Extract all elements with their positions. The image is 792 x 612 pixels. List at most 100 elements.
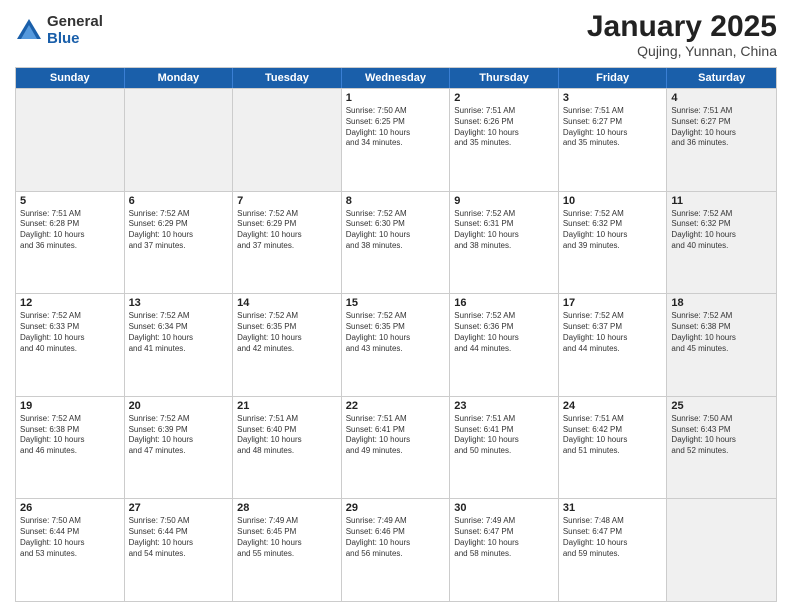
day-number: 7 [237,195,337,207]
cal-cell-empty [667,499,776,601]
cal-cell-day-2: 2Sunrise: 7:51 AM Sunset: 6:26 PM Daylig… [450,89,559,191]
location: Qujing, Yunnan, China [587,43,777,59]
day-number: 11 [671,195,772,207]
cal-row-0: 1Sunrise: 7:50 AM Sunset: 6:25 PM Daylig… [16,88,776,191]
header-day-thursday: Thursday [450,68,559,88]
logo-general: General [47,14,103,31]
header-day-wednesday: Wednesday [342,68,451,88]
cal-row-3: 19 Sunrise: 7:52 AM Sunset: 6:38 PM Dayli… [16,396,776,499]
cal-cell-day-24: 24Sunrise: 7:51 AM Sunset: 6:42 PM Dayli… [559,397,668,499]
day-number: 2 [454,92,554,104]
cal-cell-day-26: 26Sunrise: 7:50 AM Sunset: 6:44 PM Dayli… [16,499,125,601]
day-number: 23 [454,400,554,412]
cal-cell-day-15: 15 Sunrise: 7:52 AM Sunset: 6:35 PM Dayli… [342,294,451,396]
cal-cell-day-11: 11 Sunrise: 7:52 AM Sunset: 6:32 PM Dayli… [667,192,776,294]
day-number: 26 [20,502,120,514]
day-number: 20 [129,400,229,412]
cal-cell-day-28: 28 Sunrise: 7:49 AM Sunset: 6:45 PM Dayli… [233,499,342,601]
cal-cell-empty [233,89,342,191]
cell-info: Sunrise: 7:52 AM Sunset: 6:38 PM Dayligh… [671,311,772,354]
cell-info: Sunrise: 7:51 AM Sunset: 6:41 PM Dayligh… [454,414,554,457]
cal-cell-day-7: 7 Sunrise: 7:52 AM Sunset: 6:29 PM Daylig… [233,192,342,294]
cal-cell-empty [125,89,234,191]
calendar-body: 1Sunrise: 7:50 AM Sunset: 6:25 PM Daylig… [16,88,776,601]
cal-cell-day-31: 31Sunrise: 7:48 AM Sunset: 6:47 PM Dayli… [559,499,668,601]
day-number: 27 [129,502,229,514]
day-number: 4 [671,92,772,104]
day-number: 22 [346,400,446,412]
cal-cell-day-27: 27 Sunrise: 7:50 AM Sunset: 6:44 PM Dayli… [125,499,234,601]
cell-info: Sunrise: 7:49 AM Sunset: 6:46 PM Dayligh… [346,516,446,559]
cal-cell-day-25: 25Sunrise: 7:50 AM Sunset: 6:43 PM Dayli… [667,397,776,499]
cal-cell-day-5: 5 Sunrise: 7:51 AM Sunset: 6:28 PM Daylig… [16,192,125,294]
logo-text: General Blue [47,14,103,47]
header-day-sunday: Sunday [16,68,125,88]
day-number: 8 [346,195,446,207]
cal-cell-day-30: 30 Sunrise: 7:49 AM Sunset: 6:47 PM Dayli… [450,499,559,601]
header: General Blue January 2025 Qujing, Yunnan… [15,10,777,59]
cal-cell-day-21: 21Sunrise: 7:51 AM Sunset: 6:40 PM Dayli… [233,397,342,499]
day-number: 12 [20,297,120,309]
cell-info: Sunrise: 7:51 AM Sunset: 6:27 PM Dayligh… [671,106,772,149]
cal-cell-day-16: 16 Sunrise: 7:52 AM Sunset: 6:36 PM Dayli… [450,294,559,396]
cell-info: Sunrise: 7:51 AM Sunset: 6:40 PM Dayligh… [237,414,337,457]
cell-info: Sunrise: 7:52 AM Sunset: 6:34 PM Dayligh… [129,311,229,354]
cell-info: Sunrise: 7:52 AM Sunset: 6:33 PM Dayligh… [20,311,120,354]
cell-info: Sunrise: 7:51 AM Sunset: 6:41 PM Dayligh… [346,414,446,457]
cell-info: Sunrise: 7:48 AM Sunset: 6:47 PM Dayligh… [563,516,663,559]
day-number: 6 [129,195,229,207]
day-number: 30 [454,502,554,514]
day-number: 15 [346,297,446,309]
cell-info: Sunrise: 7:49 AM Sunset: 6:45 PM Dayligh… [237,516,337,559]
cal-cell-day-29: 29 Sunrise: 7:49 AM Sunset: 6:46 PM Dayli… [342,499,451,601]
day-number: 13 [129,297,229,309]
cell-info: Sunrise: 7:52 AM Sunset: 6:29 PM Dayligh… [237,209,337,252]
day-number: 14 [237,297,337,309]
day-number: 5 [20,195,120,207]
cell-info: Sunrise: 7:52 AM Sunset: 6:30 PM Dayligh… [346,209,446,252]
cell-info: Sunrise: 7:52 AM Sunset: 6:38 PM Dayligh… [20,414,120,457]
day-number: 28 [237,502,337,514]
cell-info: Sunrise: 7:52 AM Sunset: 6:32 PM Dayligh… [563,209,663,252]
header-day-saturday: Saturday [667,68,776,88]
cell-info: Sunrise: 7:51 AM Sunset: 6:28 PM Dayligh… [20,209,120,252]
cal-cell-day-18: 18Sunrise: 7:52 AM Sunset: 6:38 PM Dayli… [667,294,776,396]
cal-row-1: 5 Sunrise: 7:51 AM Sunset: 6:28 PM Daylig… [16,191,776,294]
page: General Blue January 2025 Qujing, Yunnan… [0,0,792,612]
cell-info: Sunrise: 7:52 AM Sunset: 6:36 PM Dayligh… [454,311,554,354]
cal-cell-day-14: 14 Sunrise: 7:52 AM Sunset: 6:35 PM Dayli… [233,294,342,396]
cell-info: Sunrise: 7:52 AM Sunset: 6:35 PM Dayligh… [237,311,337,354]
day-number: 19 [20,400,120,412]
cal-cell-day-20: 20 Sunrise: 7:52 AM Sunset: 6:39 PM Dayli… [125,397,234,499]
cal-cell-day-10: 10Sunrise: 7:52 AM Sunset: 6:32 PM Dayli… [559,192,668,294]
day-number: 16 [454,297,554,309]
calendar: SundayMondayTuesdayWednesdayThursdayFrid… [15,67,777,602]
cell-info: Sunrise: 7:52 AM Sunset: 6:37 PM Dayligh… [563,311,663,354]
cell-info: Sunrise: 7:50 AM Sunset: 6:44 PM Dayligh… [129,516,229,559]
cell-info: Sunrise: 7:52 AM Sunset: 6:29 PM Dayligh… [129,209,229,252]
day-number: 25 [671,400,772,412]
day-number: 24 [563,400,663,412]
cell-info: Sunrise: 7:52 AM Sunset: 6:39 PM Dayligh… [129,414,229,457]
cal-cell-day-19: 19 Sunrise: 7:52 AM Sunset: 6:38 PM Dayli… [16,397,125,499]
cal-row-2: 12 Sunrise: 7:52 AM Sunset: 6:33 PM Dayli… [16,293,776,396]
cal-cell-day-22: 22 Sunrise: 7:51 AM Sunset: 6:41 PM Dayli… [342,397,451,499]
cell-info: Sunrise: 7:52 AM Sunset: 6:32 PM Dayligh… [671,209,772,252]
cal-cell-day-12: 12 Sunrise: 7:52 AM Sunset: 6:33 PM Dayli… [16,294,125,396]
cal-cell-day-8: 8 Sunrise: 7:52 AM Sunset: 6:30 PM Daylig… [342,192,451,294]
day-number: 29 [346,502,446,514]
title-area: January 2025 Qujing, Yunnan, China [587,10,777,59]
cal-cell-day-3: 3 Sunrise: 7:51 AM Sunset: 6:27 PM Daylig… [559,89,668,191]
calendar-header: SundayMondayTuesdayWednesdayThursdayFrid… [16,68,776,88]
cell-info: Sunrise: 7:49 AM Sunset: 6:47 PM Dayligh… [454,516,554,559]
cal-cell-day-13: 13 Sunrise: 7:52 AM Sunset: 6:34 PM Dayli… [125,294,234,396]
cal-cell-day-1: 1Sunrise: 7:50 AM Sunset: 6:25 PM Daylig… [342,89,451,191]
cal-cell-day-17: 17Sunrise: 7:52 AM Sunset: 6:37 PM Dayli… [559,294,668,396]
cal-cell-day-4: 4 Sunrise: 7:51 AM Sunset: 6:27 PM Daylig… [667,89,776,191]
cal-cell-day-6: 6 Sunrise: 7:52 AM Sunset: 6:29 PM Daylig… [125,192,234,294]
day-number: 3 [563,92,663,104]
cell-info: Sunrise: 7:51 AM Sunset: 6:27 PM Dayligh… [563,106,663,149]
header-day-monday: Monday [125,68,234,88]
cell-info: Sunrise: 7:52 AM Sunset: 6:35 PM Dayligh… [346,311,446,354]
cell-info: Sunrise: 7:50 AM Sunset: 6:25 PM Dayligh… [346,106,446,149]
